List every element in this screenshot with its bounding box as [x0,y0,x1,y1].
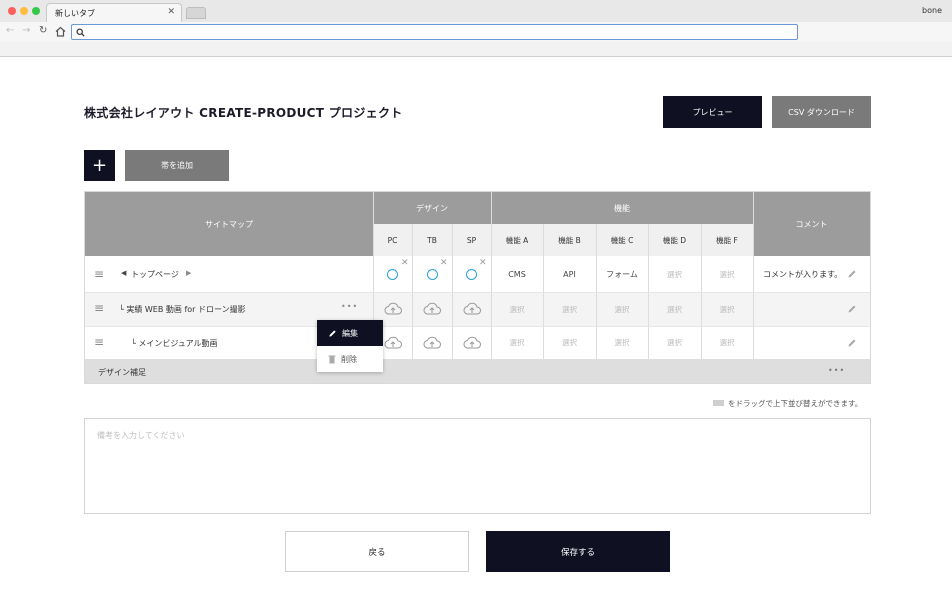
menu-item-edit[interactable]: 編集 [317,320,383,346]
bookmark-bar [0,42,952,57]
drag-hint: をドラッグで上下並び替えができます。 [728,399,863,408]
col-function-c: 機能 C [596,224,648,256]
address-bar[interactable] [71,24,798,40]
tab-close-icon[interactable]: ✕ [167,7,175,17]
page-title: 株式会社レイアウト CREATE-PRODUCT プロジェクト [84,106,403,120]
add-band-button[interactable]: 帯を追加 [125,150,229,181]
upload-cloud-icon[interactable] [452,292,491,326]
pencil-icon [329,329,336,337]
function-cell[interactable]: 選択 [701,256,753,292]
function-cell[interactable]: 選択 [596,326,648,359]
csv-download-button[interactable]: CSV ダウンロード [772,96,871,128]
back-arrow-icon[interactable]: ← [6,25,14,36]
row-label[interactable]: └ 実績 WEB 動画 for ドローン撮影 [119,304,246,315]
function-cell[interactable]: 選択 [648,326,701,359]
upload-cloud-icon[interactable] [412,326,452,359]
context-menu: 編集 削除 [317,320,383,372]
function-cell[interactable]: 選択 [648,256,701,292]
col-function-b: 機能 B [543,224,596,256]
comment-text: コメントが入ります。 [763,270,843,279]
comment-header: コメント [753,192,870,256]
drag-handle-sample-icon [713,400,724,406]
upload-cloud-icon[interactable] [412,292,452,326]
trash-icon [328,355,336,363]
function-cell[interactable]: 選択 [701,326,753,359]
more-options-icon[interactable]: ••• [341,302,358,311]
expand-arrow-icon[interactable]: ▶ [186,269,191,277]
function-cell[interactable]: 選択 [491,292,543,326]
forward-arrow-icon[interactable]: → [22,25,30,36]
preview-button[interactable]: プレビュー [663,96,762,128]
reload-icon[interactable]: ↻ [39,25,47,36]
drag-handle-icon[interactable]: ≡ [94,268,104,280]
notes-placeholder: 備考を入力してください [97,431,185,440]
browser-tab-strip: 新しいタブ ✕ bone [0,0,952,23]
band-row [85,359,870,383]
design-header: デザイン [373,192,491,224]
window-zoom-button[interactable] [32,7,40,15]
function-cell[interactable]: CMS [491,256,543,292]
menu-item-edit-label: 編集 [342,328,358,338]
menu-item-delete-label: 削除 [341,354,357,364]
pencil-icon[interactable] [847,304,857,314]
function-cell[interactable]: フォーム [596,256,648,292]
new-tab-button[interactable] [186,7,206,19]
remove-x-icon[interactable]: ✕ [479,258,487,268]
function-cell[interactable]: 選択 [491,326,543,359]
menu-item-delete[interactable]: 削除 [317,346,383,372]
function-header: 機能 [491,192,753,224]
row-label[interactable]: トップページ [131,269,179,280]
profile-name[interactable]: bone [922,6,942,15]
col-function-a: 機能 A [491,224,543,256]
band-more-options-icon[interactable]: ••• [828,366,845,375]
function-cell[interactable]: API [543,256,596,292]
upload-cloud-icon[interactable] [452,326,491,359]
back-button[interactable]: 戻る [285,531,469,572]
drag-handle-icon[interactable]: ≡ [94,336,104,348]
add-row-button[interactable]: + [84,150,115,181]
row-label[interactable]: └ メインビジュアル動画 [131,338,218,349]
search-icon [76,28,85,37]
function-cell[interactable]: 選択 [596,292,648,326]
function-cell[interactable]: 選択 [543,326,596,359]
drag-handle-icon[interactable]: ≡ [94,302,104,314]
col-pc: PC [373,224,412,256]
function-cell[interactable]: 選択 [648,292,701,326]
pencil-icon[interactable] [847,338,857,348]
band-label[interactable]: デザイン補足 [98,367,146,378]
home-icon[interactable] [55,26,66,37]
collapse-arrow-icon[interactable]: ◀ [121,269,126,277]
notes-textarea[interactable]: 備考を入力してください [84,418,871,514]
tab-title: 新しいタブ [55,9,95,18]
sitemap-table: サイトマップ デザイン 機能 コメント PC TB SP 機能 A 機能 B 機… [84,191,871,384]
sitemap-header: サイトマップ [85,192,373,256]
function-cell[interactable]: 選択 [543,292,596,326]
browser-tab[interactable]: 新しいタブ ✕ [46,3,182,23]
browser-toolbar: ← → ↻ [0,22,952,42]
col-tb: TB [412,224,452,256]
col-function-f: 機能 F [701,224,753,256]
pencil-icon[interactable] [847,269,857,279]
col-sp: SP [452,224,491,256]
save-button[interactable]: 保存する [486,531,670,572]
function-cell[interactable]: 選択 [701,292,753,326]
window-close-button[interactable] [8,7,16,15]
remove-x-icon[interactable]: ✕ [440,258,448,268]
window-minimize-button[interactable] [20,7,28,15]
remove-x-icon[interactable]: ✕ [401,258,409,268]
col-function-d: 機能 D [648,224,701,256]
